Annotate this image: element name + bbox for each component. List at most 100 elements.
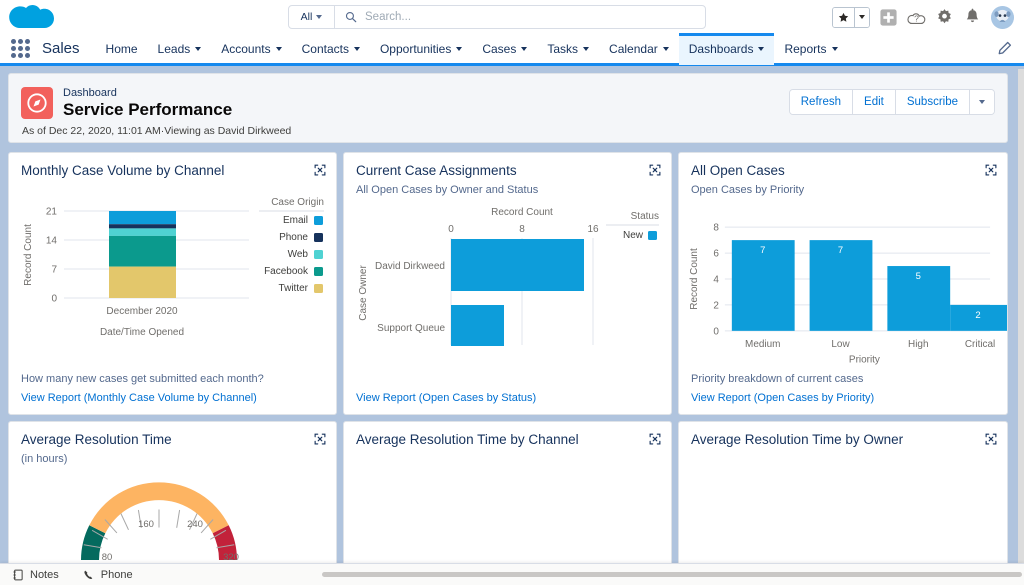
panel-title: All Open Cases (691, 163, 785, 178)
y-axis-title: Record Count (689, 248, 700, 310)
nav-item-accounts[interactable]: Accounts (211, 33, 291, 65)
y-tick-2: 2 (713, 300, 719, 311)
bar-segment-twitter[interactable] (109, 266, 176, 298)
nav-item-contacts[interactable]: Contacts (292, 33, 370, 65)
nav-item-opportunities[interactable]: Opportunities (370, 33, 472, 65)
page-scrollbar[interactable] (1018, 69, 1024, 564)
legend-label-web: Web (288, 249, 309, 260)
chevron-down-icon[interactable] (275, 46, 282, 51)
chevron-down-icon[interactable] (353, 46, 360, 51)
panel-average-resolution-time: Average Resolution Time (in hours) 80 16… (8, 421, 337, 567)
chevron-down-icon[interactable] (456, 46, 463, 51)
subscribe-button[interactable]: Subscribe (895, 90, 970, 114)
chevron-down-icon[interactable] (831, 46, 838, 51)
notes-icon (13, 569, 23, 580)
favorites-caret-icon[interactable] (854, 7, 869, 27)
search-scope-label: All (300, 11, 313, 23)
legend-label-email: Email (283, 215, 308, 226)
bar-support-queue[interactable] (451, 305, 504, 346)
bar-segment-phone[interactable] (109, 224, 176, 229)
nav-item-label: Calendar (609, 41, 658, 56)
user-avatar[interactable] (991, 5, 1014, 29)
gauge-tick-240: 240 (187, 519, 203, 530)
notifications-bell-icon[interactable] (963, 8, 982, 27)
gauge-tick-80: 80 (102, 552, 113, 563)
legend-swatch-twitter[interactable] (314, 284, 323, 293)
setup-gear-icon[interactable] (935, 8, 954, 27)
expand-icon[interactable] (649, 164, 661, 176)
search-input[interactable] (365, 11, 705, 23)
legend-swatch-web[interactable] (314, 250, 323, 259)
panel-title: Monthly Case Volume by Channel (21, 163, 225, 178)
nav-item-calendar[interactable]: Calendar (599, 33, 679, 65)
header-icon-group: ? (832, 3, 1014, 31)
chart-average-resolution-time: 80 160 240 320 (81, 482, 239, 563)
legend-title: Status (631, 211, 659, 222)
utility-bar-scrollbar[interactable] (322, 572, 1022, 577)
expand-icon[interactable] (314, 433, 326, 445)
app-name-label[interactable]: Sales (42, 40, 80, 57)
panel-footer-note: How many new cases get submitted each mo… (21, 373, 264, 385)
expand-icon[interactable] (314, 164, 326, 176)
dashboard-kicker: Dashboard (63, 87, 117, 99)
legend-swatch-new[interactable] (648, 231, 657, 240)
chevron-down-icon[interactable] (583, 46, 590, 51)
app-add-icon[interactable] (879, 8, 898, 27)
chevron-down-icon[interactable] (521, 46, 528, 51)
nav-item-label: Opportunities (379, 41, 452, 56)
panel-footer-note: Priority breakdown of current cases (691, 373, 864, 385)
nav-item-home[interactable]: Home (96, 33, 148, 65)
expand-icon[interactable] (985, 164, 997, 176)
bar-segment-email[interactable] (109, 211, 176, 225)
legend-title: Case Origin (271, 197, 324, 208)
global-header: All ? (0, 0, 1024, 34)
nav-item-reports[interactable]: Reports (774, 33, 847, 65)
nav-item-cases[interactable]: Cases (472, 33, 537, 65)
chevron-down-icon[interactable] (758, 46, 765, 51)
favorites-group[interactable] (832, 6, 870, 28)
legend-swatch-facebook[interactable] (314, 267, 323, 276)
dashboard-header: Dashboard Service Performance As of Dec … (8, 73, 1008, 143)
y-tick-0: 0 (51, 294, 57, 305)
pencil-icon[interactable] (997, 41, 1012, 56)
legend-swatch-email[interactable] (314, 216, 323, 225)
expand-icon[interactable] (985, 433, 997, 445)
chevron-down-icon[interactable] (662, 46, 669, 51)
app-launcher-icon[interactable] (11, 39, 30, 58)
bar-value-high: 5 (916, 271, 921, 282)
legend-swatch-phone[interactable] (314, 233, 323, 242)
gauge-tick-320: 320 (223, 552, 239, 563)
favorites-star-icon[interactable] (833, 7, 854, 27)
chevron-down-icon[interactable] (195, 46, 202, 51)
search-scope-selector[interactable]: All (289, 6, 335, 28)
salesforce-cloud-logo[interactable] (8, 0, 54, 31)
bar-value-low: 7 (838, 245, 843, 256)
panel-view-report-link[interactable]: View Report (Monthly Case Volume by Chan… (21, 392, 257, 404)
bar-segment-facebook[interactable] (109, 235, 176, 267)
x-tick-critical: Critical (965, 339, 995, 350)
help-icon[interactable]: ? (907, 8, 926, 27)
utility-item-phone[interactable]: Phone (71, 564, 145, 585)
panel-view-report-link[interactable]: View Report (Open Cases by Priority) (691, 392, 874, 404)
bar-value-critical: 2 (975, 310, 980, 321)
global-search[interactable]: All (288, 5, 706, 29)
legend-label-twitter: Twitter (279, 283, 309, 294)
panel-row-1: Monthly Case Volume by Channel 21 14 7 0 (8, 152, 1008, 415)
panel-view-report-link[interactable]: View Report (Open Cases by Status) (356, 392, 536, 404)
utility-item-notes[interactable]: Notes (0, 564, 71, 585)
more-actions-button[interactable] (970, 90, 994, 114)
nav-item-dashboards[interactable]: Dashboards (678, 32, 775, 65)
nav-item-label: Cases (482, 41, 517, 56)
nav-item-leads[interactable]: Leads (148, 33, 212, 65)
y-tick-6: 6 (713, 249, 719, 260)
nav-item-tasks[interactable]: Tasks (537, 33, 599, 65)
y-tick-8: 8 (713, 223, 719, 234)
y-tick-support-queue: Support Queue (377, 323, 445, 334)
edit-button[interactable]: Edit (853, 90, 896, 114)
dashboard-grid: Monthly Case Volume by Channel 21 14 7 0 (8, 152, 1008, 567)
expand-icon[interactable] (649, 433, 661, 445)
bar-value-medium: 7 (760, 245, 765, 256)
refresh-button[interactable]: Refresh (789, 90, 854, 114)
bar-segment-web[interactable] (109, 228, 176, 236)
bar-david-dirkweed[interactable] (451, 239, 584, 291)
